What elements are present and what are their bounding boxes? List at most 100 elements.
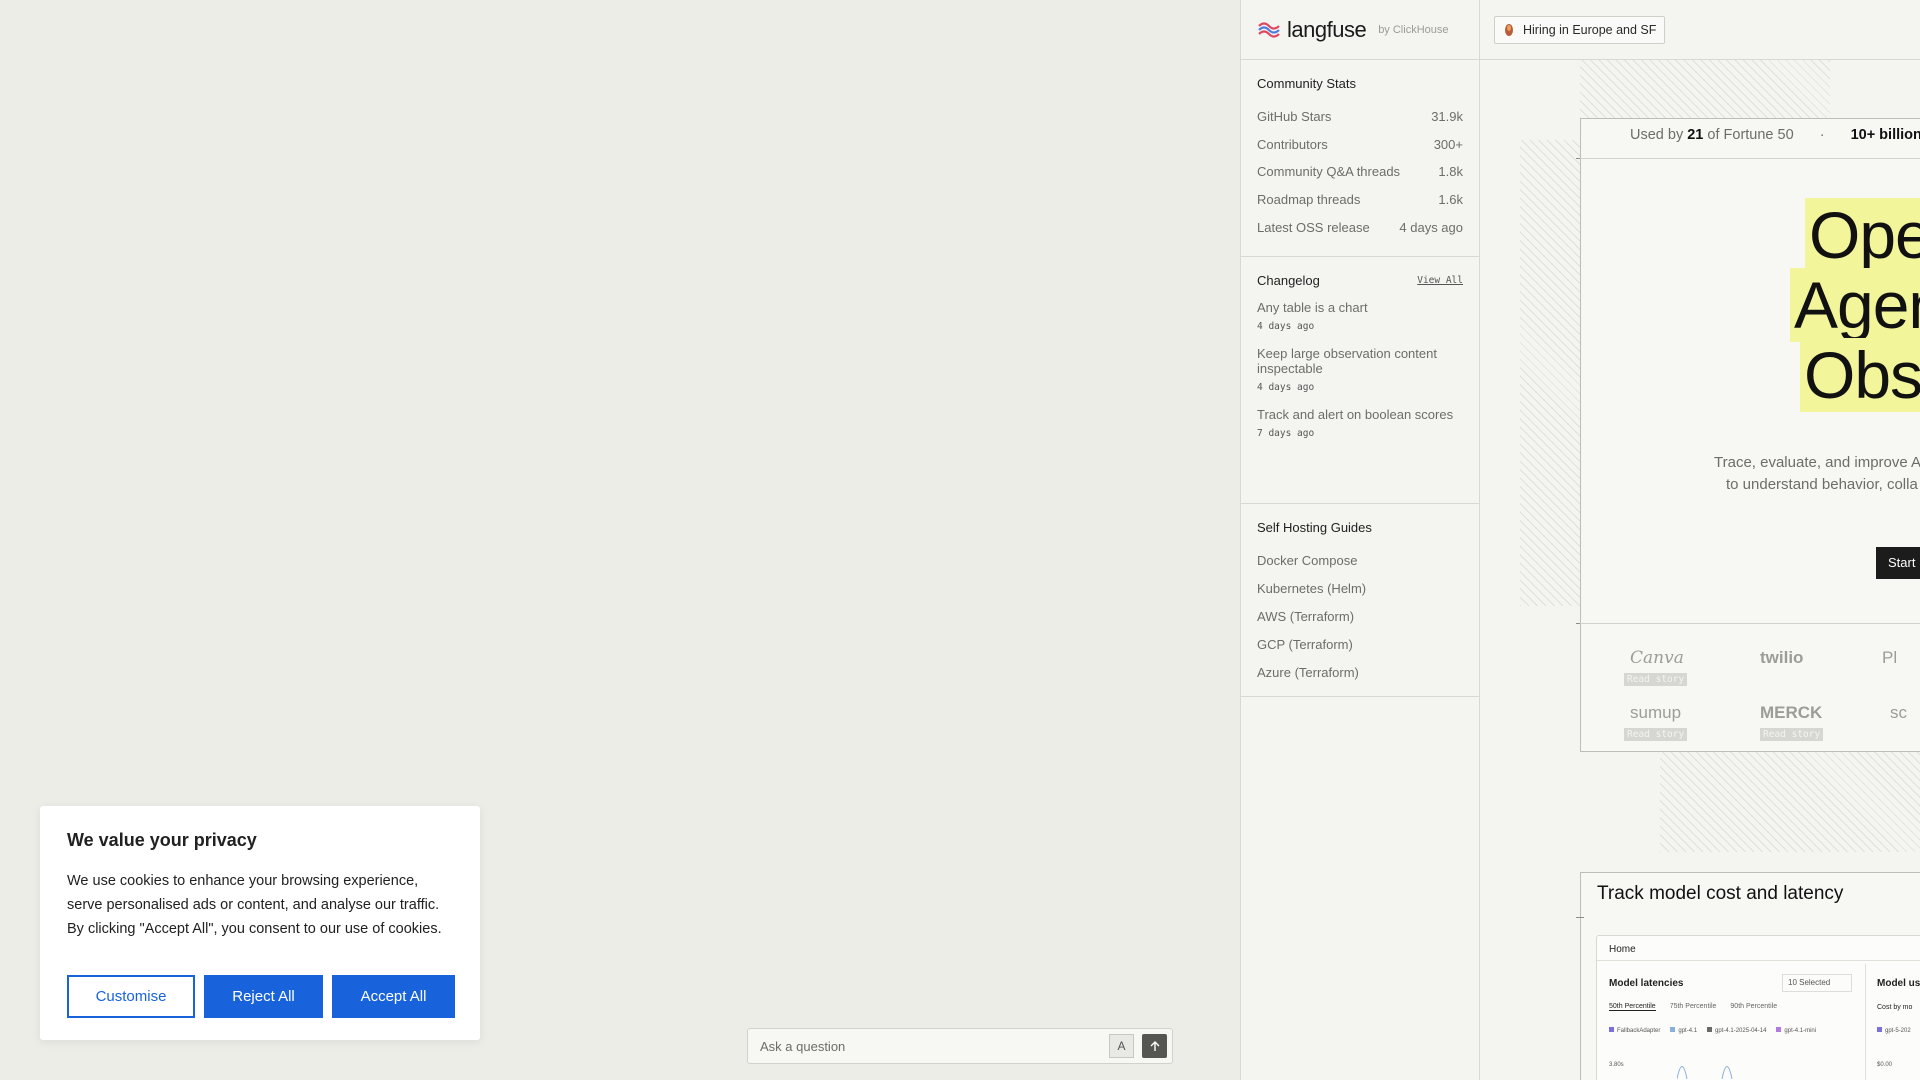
accept-all-button[interactable]: Accept All (332, 975, 455, 1018)
used-by-prefix: Used by (1630, 127, 1684, 143)
arrow-up-icon (1150, 1040, 1159, 1051)
langfuse-logo-icon (1258, 21, 1280, 38)
logo-sumup[interactable]: sumup (1630, 703, 1681, 723)
hero-line-2-text: Agen (1790, 268, 1920, 342)
read-story-link[interactable]: Read story (1624, 673, 1688, 686)
stat-latest-oss-release[interactable]: Latest OSS release 4 days ago (1257, 213, 1463, 241)
changelog-item-title: Keep large observation content inspectab… (1257, 346, 1437, 376)
logo-merck[interactable]: MERCK (1760, 703, 1822, 723)
community-stats-title: Community Stats (1257, 76, 1356, 91)
legend-item: gpt-4.1 (1670, 1027, 1697, 1034)
changelog-view-all-link[interactable]: View All (1417, 275, 1463, 286)
tab-75th[interactable]: 75th Percentile (1670, 1003, 1717, 1011)
used-by-suffix: of Fortune 50 (1707, 127, 1794, 143)
stat-value: 1.8k (1438, 164, 1463, 180)
stat-label: Roadmap threads (1257, 192, 1361, 208)
changelog-panel: Changelog View All Any table is a chart … (1241, 257, 1479, 504)
hiring-text: Hiring in Europe and SF (1523, 22, 1657, 37)
legend-item: gpt-4.1-mini (1776, 1027, 1816, 1034)
stat-label: Contributors (1257, 136, 1328, 152)
sidebar: langfuse by ClickHouse Community Stats G… (1240, 0, 1480, 1080)
stat-github-stars[interactable]: GitHub Stars 31.9k (1257, 103, 1463, 131)
main-content: Hiring in Europe and SF Used by 21 of Fo… (1480, 0, 1920, 1080)
cookie-text: We use cookies to enhance your browsing … (67, 873, 442, 937)
chart-legend: FallbackAdapter gpt-4.1 gpt-4.1-2025-04-… (1609, 1027, 1816, 1034)
hero-line-3-text: Obs (1800, 338, 1920, 412)
stat-value: 300+ (1433, 136, 1463, 152)
start-button[interactable]: Start (1876, 547, 1920, 579)
hero-subtitle-2: to understand behavior, colla (1726, 476, 1918, 493)
customise-button[interactable]: Customise (67, 975, 195, 1018)
guide-gcp-terraform[interactable]: GCP (Terraform) (1257, 630, 1463, 658)
hero-line-2: Agen (1790, 268, 1920, 342)
dashboard-preview: Home Model latencies 10 Selected Model u… (1596, 935, 1920, 1080)
divider (1865, 964, 1866, 1080)
changelog-item-date: 4 days ago (1257, 321, 1315, 332)
stat-value: 1.6k (1438, 192, 1463, 208)
ask-question-bar: A (747, 1028, 1173, 1064)
cookie-buttons: Customise Reject All Accept All (67, 975, 455, 1018)
stat-value: 4 days ago (1399, 219, 1463, 235)
stat-roadmap-threads[interactable]: Roadmap threads 1.6k (1257, 186, 1463, 214)
hero-subtitle-1: Trace, evaluate, and improve A (1714, 454, 1920, 471)
stat-community-qa-threads[interactable]: Community Q&A threads 1.8k (1257, 158, 1463, 186)
changelog-item[interactable]: Keep large observation content inspectab… (1257, 346, 1463, 393)
separator-dot: · (1819, 127, 1825, 143)
changelog-item-title: Track and alert on boolean scores (1257, 407, 1454, 422)
self-hosting-title: Self Hosting Guides (1257, 520, 1372, 535)
series-select[interactable]: 10 Selected (1782, 974, 1852, 992)
right-legend-item: gpt-5-202 (1877, 1027, 1911, 1034)
dashboard-home: Home (1609, 944, 1636, 955)
hatch-pattern (1520, 140, 1580, 606)
legend-item: FallbackAdapter (1609, 1027, 1660, 1034)
y-axis-label: 3.80s (1609, 1062, 1624, 1068)
logo-twilio[interactable]: twilio (1760, 648, 1803, 668)
divider (1580, 158, 1920, 159)
logo-text: langfuse (1287, 16, 1367, 42)
guide-azure-terraform[interactable]: Azure (Terraform) (1257, 658, 1463, 686)
stat-label: Latest OSS release (1257, 219, 1370, 235)
changelog-item[interactable]: Track and alert on boolean scores 7 days… (1257, 407, 1463, 439)
changelog-item-date: 7 days ago (1257, 428, 1315, 439)
divider (1580, 623, 1920, 624)
read-story-link[interactable]: Read story (1760, 728, 1824, 741)
changelog-item[interactable]: Any table is a chart 4 days ago (1257, 300, 1463, 332)
panel-title: Model latencies (1609, 978, 1684, 989)
tab-90th[interactable]: 90th Percentile (1730, 1003, 1777, 1011)
stat-contributors[interactable]: Contributors 300+ (1257, 131, 1463, 159)
hatch-pattern (1580, 60, 1830, 118)
stat-label: GitHub Stars (1257, 109, 1332, 125)
logo-bar[interactable]: langfuse by ClickHouse (1241, 0, 1479, 60)
logo-by-clickhouse: by ClickHouse (1378, 23, 1449, 36)
read-story-link[interactable]: Read story (1624, 728, 1688, 741)
changelog-title: Changelog (1257, 273, 1320, 288)
guide-aws-terraform[interactable]: AWS (Terraform) (1257, 603, 1463, 631)
right-panel-title: Model us (1877, 978, 1920, 989)
tab-50th[interactable]: 50th Percentile (1609, 1003, 1656, 1011)
cookie-consent-banner: We value your privacy We use cookies to … (40, 806, 480, 1040)
logo-pl[interactable]: Pl (1882, 648, 1897, 668)
hero-line-3: Obs (1800, 338, 1920, 412)
guide-docker-compose[interactable]: Docker Compose (1257, 547, 1463, 575)
right-panel-subtitle: Cost by mo (1877, 1004, 1913, 1011)
shortcut-key: A (1109, 1034, 1134, 1058)
logo-canva[interactable]: Canva (1630, 648, 1684, 668)
changelog-header: Changelog View All (1257, 273, 1463, 288)
self-hosting-panel: Self Hosting Guides Docker Compose Kuber… (1241, 504, 1479, 697)
used-by-line: Used by 21 of Fortune 50 · 10+ billion (1630, 127, 1920, 143)
track-section-title: Track model cost and latency (1597, 883, 1844, 904)
hero-line-1: Ope (1805, 198, 1920, 272)
ask-question-input[interactable] (760, 1038, 1109, 1054)
cookie-title: We value your privacy (67, 830, 257, 850)
changelog-item-date: 4 days ago (1257, 382, 1315, 393)
send-button[interactable] (1142, 1034, 1167, 1058)
right-value-label: $0.00 (1877, 1062, 1893, 1068)
reject-all-button[interactable]: Reject All (204, 975, 323, 1018)
guide-kubernetes-helm[interactable]: Kubernetes (Helm) (1257, 575, 1463, 603)
logo-sc[interactable]: sc (1890, 703, 1907, 723)
top-bar: Hiring in Europe and SF (1480, 0, 1920, 60)
divider (1597, 960, 1920, 961)
changelog-item-title: Any table is a chart (1257, 300, 1368, 315)
hiring-badge[interactable]: Hiring in Europe and SF (1494, 15, 1666, 44)
used-by-count: 21 (1687, 127, 1704, 143)
